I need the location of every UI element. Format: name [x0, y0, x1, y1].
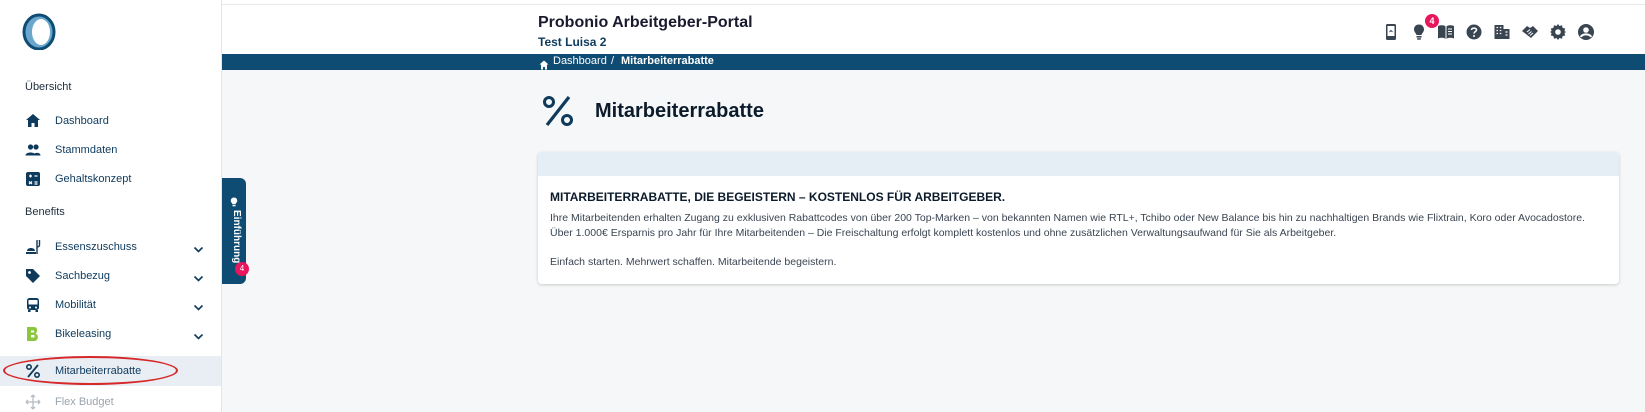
- percent-icon: [541, 94, 575, 128]
- sidebar-section-overview: Übersicht: [25, 81, 72, 93]
- chevron-down-icon[interactable]: [193, 329, 204, 340]
- chevron-down-icon[interactable]: [193, 300, 204, 311]
- chevron-down-icon[interactable]: [193, 242, 204, 253]
- sidebar-item-mitarbeiterrabatte[interactable]: Mitarbeiterrabatte: [0, 356, 221, 386]
- breadcrumb-dashboard[interactable]: Dashboard: [553, 55, 607, 67]
- handshake-icon[interactable]: [1521, 23, 1539, 41]
- home-icon[interactable]: [539, 57, 549, 70]
- account-icon[interactable]: [1577, 23, 1595, 41]
- page-title: Mitarbeiterrabatte: [595, 100, 764, 122]
- sidebar-item-essenszuschuss[interactable]: Essenszuschuss: [0, 233, 221, 261]
- sidebar-item-flex-budget[interactable]: Flex Budget: [0, 388, 221, 412]
- card-title: MITARBEITERRABATTE, DIE BEGEISTERN – KOS…: [550, 190, 1006, 204]
- sidebar-item-sachbezug[interactable]: Sachbezug: [0, 262, 221, 290]
- sidebar-item-label: Sachbezug: [55, 270, 111, 282]
- sidebar-item-dashboard[interactable]: Dashboard: [0, 107, 221, 135]
- sidebar-item-label: Mitarbeiterrabatte: [55, 365, 142, 377]
- sidebar-item-label: Mobilität: [55, 299, 96, 311]
- calculator-icon: [25, 171, 41, 187]
- home-icon: [25, 113, 41, 129]
- sidebar-item-label: Essenszuschuss: [55, 241, 137, 253]
- people-icon: [25, 142, 41, 158]
- food-icon: [25, 239, 41, 255]
- lightbulb-icon: [229, 194, 239, 207]
- sidebar: Übersicht Dashboard Stammdaten Gehaltsko…: [0, 0, 222, 412]
- breadcrumb-separator: /: [611, 55, 615, 67]
- sidebar-item-gehaltskonzept[interactable]: Gehaltskonzept: [0, 165, 221, 193]
- mobile-phone-icon[interactable]: [1382, 23, 1400, 41]
- card-text-line: Über 1.000€ Ersparnis pro Jahr für Ihre …: [550, 227, 1337, 239]
- gear-icon[interactable]: [1549, 23, 1567, 41]
- notification-badge: 4: [1425, 14, 1439, 28]
- sidebar-item-label: Dashboard: [55, 115, 109, 127]
- card-text-line: Einfach starten. Mehrwert schaffen. Mita…: [550, 256, 837, 268]
- info-card: MITARBEITERRABATTE, DIE BEGEISTERN – KOS…: [538, 152, 1619, 284]
- sidebar-item-label: Gehaltskonzept: [55, 173, 132, 185]
- card-header: [538, 152, 1619, 176]
- bus-icon: [25, 297, 41, 313]
- sidebar-item-label: Flex Budget: [55, 396, 114, 408]
- bikeleasing-logo-icon: [25, 326, 41, 342]
- company-name: Test Luisa 2: [538, 35, 607, 49]
- sidebar-section-benefits: Benefits: [25, 206, 65, 218]
- intro-tab-badge: 4: [235, 262, 249, 276]
- intro-tab-label: Einführung: [231, 210, 242, 264]
- help-icon[interactable]: [1465, 23, 1483, 41]
- portal-title: Probonio Arbeitgeber-Portal: [538, 14, 753, 31]
- sidebar-item-bikeleasing[interactable]: Bikeleasing: [0, 320, 221, 348]
- chevron-down-icon[interactable]: [193, 271, 204, 282]
- sidebar-item-label: Bikeleasing: [55, 328, 112, 340]
- top-bar: Probonio Arbeitgeber-Portal Test Luisa 2: [222, 4, 1645, 54]
- percent-icon: [25, 363, 41, 379]
- probonio-logo[interactable]: [19, 10, 59, 51]
- sidebar-item-mobilitaet[interactable]: Mobilität: [0, 291, 221, 319]
- building-icon[interactable]: [1493, 23, 1511, 41]
- breadcrumb: Dashboard / Mitarbeiterrabatte: [222, 54, 1645, 70]
- flex-icon: [25, 394, 41, 410]
- card-text-line: Ihre Mitarbeitenden erhalten Zugang zu e…: [550, 212, 1585, 224]
- tag-icon: [25, 268, 41, 284]
- sidebar-item-stammdaten[interactable]: Stammdaten: [0, 136, 221, 164]
- sidebar-item-label: Stammdaten: [55, 144, 118, 156]
- breadcrumb-current: Mitarbeiterrabatte: [621, 55, 714, 67]
- book-icon[interactable]: [1437, 23, 1455, 41]
- lightbulb-icon[interactable]: [1410, 23, 1428, 41]
